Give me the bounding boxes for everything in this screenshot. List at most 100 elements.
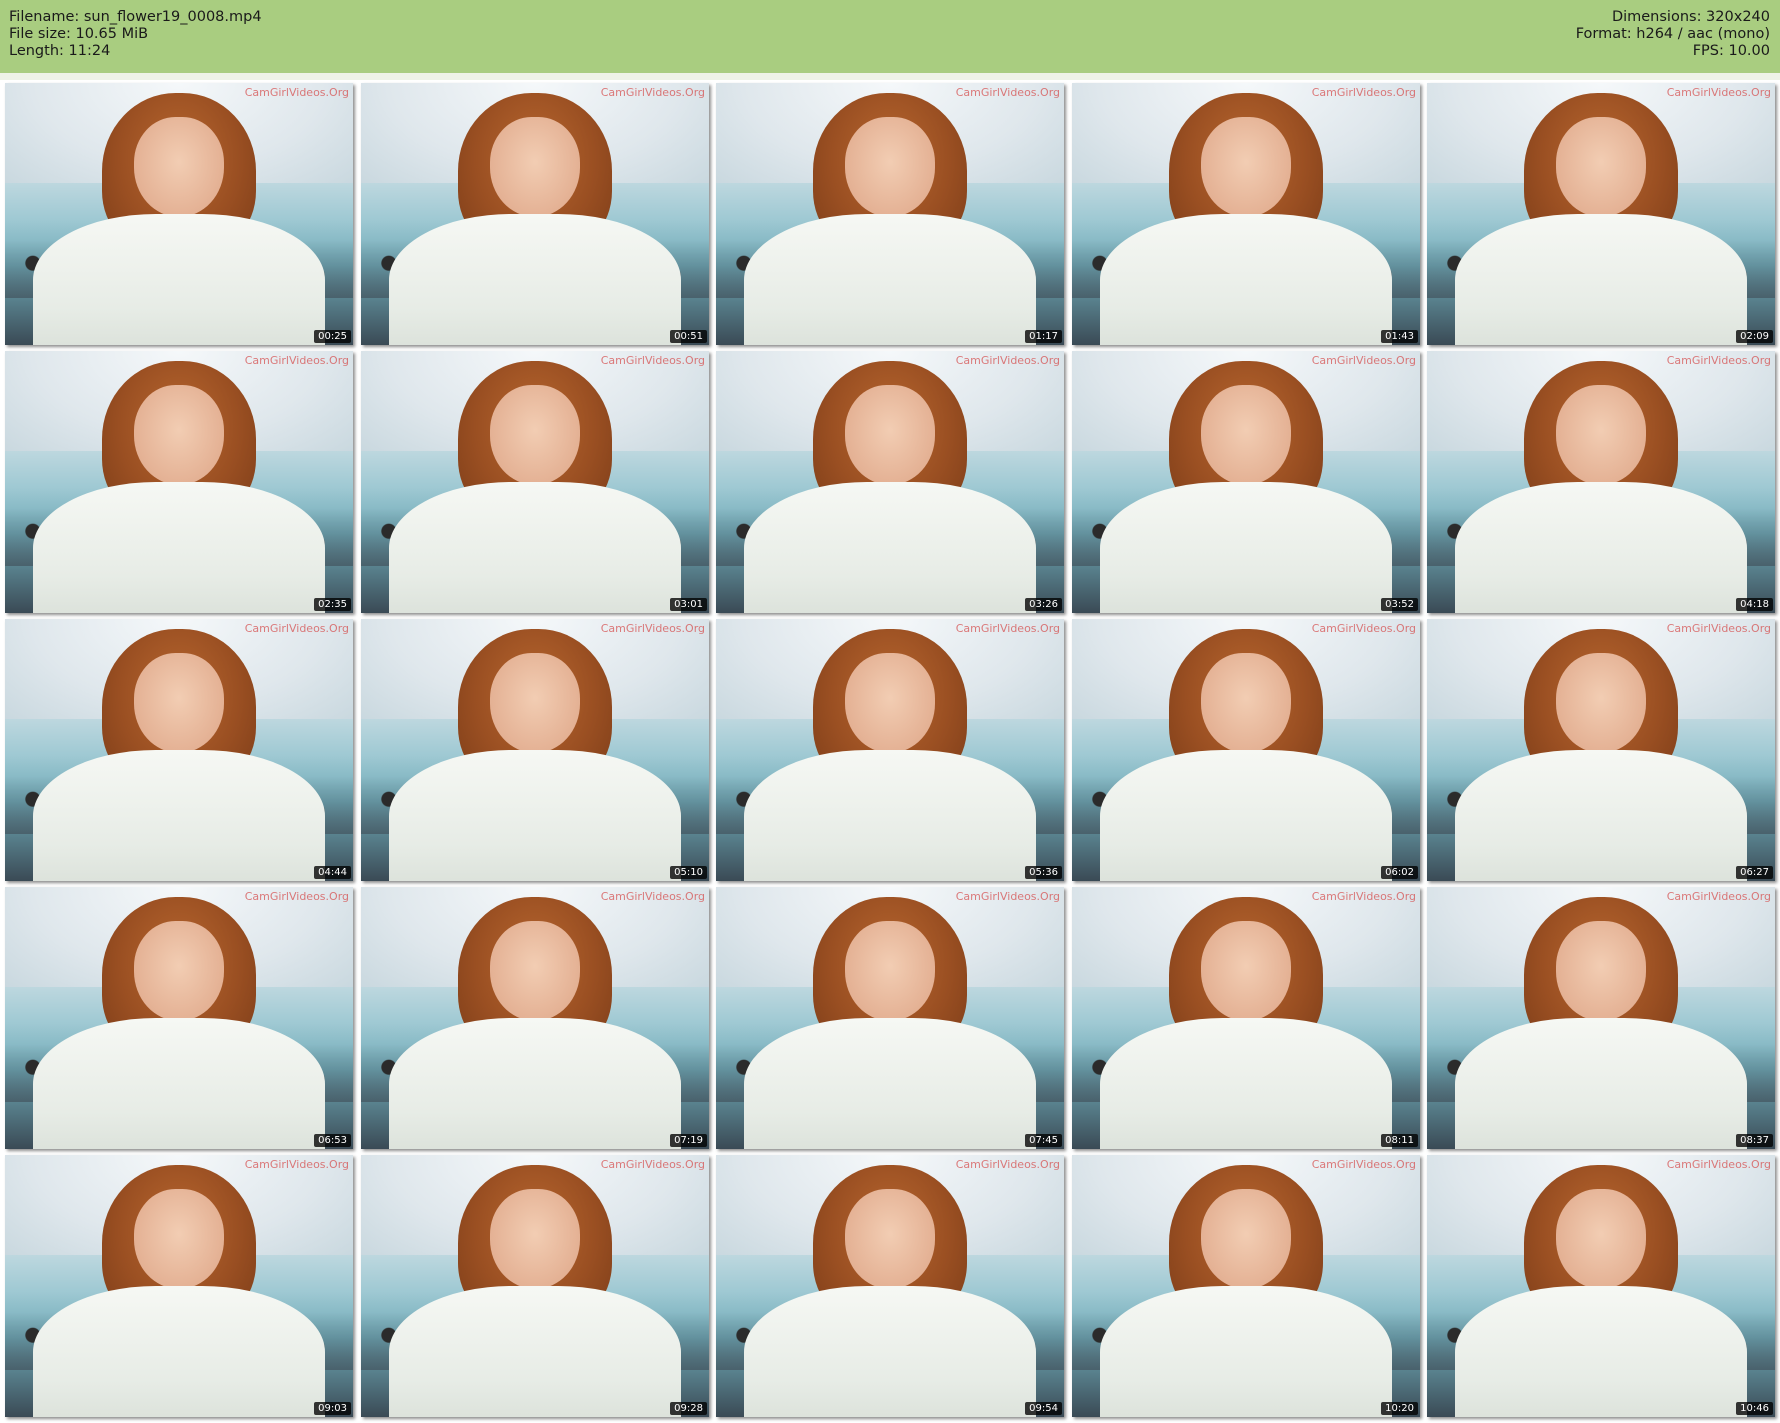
person-cardigan xyxy=(743,214,1037,345)
watermark-text: CamGirlVideos.Org xyxy=(1311,86,1416,99)
watermark-text: CamGirlVideos.Org xyxy=(1666,890,1771,903)
watermark-text: CamGirlVideos.Org xyxy=(600,890,705,903)
timestamp-label: 10:46 xyxy=(1736,1402,1773,1415)
watermark-text: CamGirlVideos.Org xyxy=(955,354,1060,367)
timestamp-label: 01:43 xyxy=(1381,330,1418,343)
video-thumbnail[interactable]: CamGirlVideos.Org 08:37 xyxy=(1427,887,1775,1149)
person-face xyxy=(1555,385,1647,485)
video-thumbnail[interactable]: CamGirlVideos.Org 09:54 xyxy=(716,1155,1064,1417)
person-cardigan xyxy=(1099,750,1393,881)
video-thumbnail[interactable]: CamGirlVideos.Org 01:17 xyxy=(716,83,1064,345)
watermark-text: CamGirlVideos.Org xyxy=(244,622,349,635)
video-thumbnail[interactable]: CamGirlVideos.Org 06:27 xyxy=(1427,619,1775,881)
person-face xyxy=(133,1189,225,1289)
person-face xyxy=(844,653,936,753)
fps-text: FPS: 10.00 xyxy=(1692,43,1770,59)
watermark-text: CamGirlVideos.Org xyxy=(600,354,705,367)
person-cardigan xyxy=(388,1286,682,1417)
watermark-text: CamGirlVideos.Org xyxy=(955,1158,1060,1171)
video-thumbnail[interactable]: CamGirlVideos.Org 10:20 xyxy=(1072,1155,1420,1417)
header-divider xyxy=(0,73,1780,80)
video-thumbnail[interactable]: CamGirlVideos.Org 02:35 xyxy=(5,351,353,613)
person-face xyxy=(489,921,581,1021)
timestamp-label: 00:51 xyxy=(670,330,707,343)
video-thumbnail[interactable]: CamGirlVideos.Org 04:44 xyxy=(5,619,353,881)
watermark-text: CamGirlVideos.Org xyxy=(955,622,1060,635)
person-cardigan xyxy=(1454,482,1748,613)
video-thumbnail[interactable]: CamGirlVideos.Org 05:10 xyxy=(361,619,709,881)
timestamp-label: 02:35 xyxy=(314,598,351,611)
timestamp-label: 01:17 xyxy=(1025,330,1062,343)
timestamp-label: 02:09 xyxy=(1736,330,1773,343)
video-thumbnail[interactable]: CamGirlVideos.Org 00:25 xyxy=(5,83,353,345)
person-cardigan xyxy=(1454,1286,1748,1417)
timestamp-label: 09:54 xyxy=(1025,1402,1062,1415)
watermark-text: CamGirlVideos.Org xyxy=(600,86,705,99)
person-face xyxy=(133,117,225,217)
file-info: Filename: sun_flower19_0008.mp4 File siz… xyxy=(9,9,262,60)
person-cardigan xyxy=(32,214,326,345)
format-text: Format: h264 / aac (mono) xyxy=(1575,26,1770,42)
watermark-text: CamGirlVideos.Org xyxy=(1666,1158,1771,1171)
person-cardigan xyxy=(1454,750,1748,881)
video-thumbnail[interactable]: CamGirlVideos.Org 03:26 xyxy=(716,351,1064,613)
person-face xyxy=(1200,385,1292,485)
video-thumbnail[interactable]: CamGirlVideos.Org 03:01 xyxy=(361,351,709,613)
dimensions-text: Dimensions: 320x240 xyxy=(1611,9,1770,25)
video-thumbnail[interactable]: CamGirlVideos.Org 07:45 xyxy=(716,887,1064,1149)
video-thumbnail[interactable]: CamGirlVideos.Org 06:02 xyxy=(1072,619,1420,881)
watermark-text: CamGirlVideos.Org xyxy=(244,1158,349,1171)
person-face xyxy=(489,385,581,485)
video-thumbnail[interactable]: CamGirlVideos.Org 04:18 xyxy=(1427,351,1775,613)
person-face xyxy=(489,653,581,753)
person-face xyxy=(1200,117,1292,217)
watermark-text: CamGirlVideos.Org xyxy=(1666,354,1771,367)
person-cardigan xyxy=(32,1286,326,1417)
video-thumbnail[interactable]: CamGirlVideos.Org 09:28 xyxy=(361,1155,709,1417)
watermark-text: CamGirlVideos.Org xyxy=(1311,354,1416,367)
video-thumbnail[interactable]: CamGirlVideos.Org 08:11 xyxy=(1072,887,1420,1149)
video-thumbnail[interactable]: CamGirlVideos.Org 06:53 xyxy=(5,887,353,1149)
video-thumbnail[interactable]: CamGirlVideos.Org 03:52 xyxy=(1072,351,1420,613)
filename-text: Filename: sun_flower19_0008.mp4 xyxy=(9,9,262,25)
watermark-text: CamGirlVideos.Org xyxy=(1666,622,1771,635)
person-face xyxy=(844,921,936,1021)
timestamp-label: 04:18 xyxy=(1736,598,1773,611)
video-thumbnail[interactable]: CamGirlVideos.Org 00:51 xyxy=(361,83,709,345)
video-thumbnail[interactable]: CamGirlVideos.Org 01:43 xyxy=(1072,83,1420,345)
watermark-text: CamGirlVideos.Org xyxy=(600,1158,705,1171)
stream-info: Dimensions: 320x240 Format: h264 / aac (… xyxy=(1576,9,1770,60)
timestamp-label: 04:44 xyxy=(314,866,351,879)
person-cardigan xyxy=(388,750,682,881)
timestamp-label: 05:36 xyxy=(1025,866,1062,879)
timestamp-label: 10:20 xyxy=(1381,1402,1418,1415)
person-face xyxy=(133,653,225,753)
watermark-text: CamGirlVideos.Org xyxy=(244,890,349,903)
timestamp-label: 09:28 xyxy=(670,1402,707,1415)
video-thumbnail[interactable]: CamGirlVideos.Org 02:09 xyxy=(1427,83,1775,345)
timestamp-label: 06:27 xyxy=(1736,866,1773,879)
info-header: Filename: sun_flower19_0008.mp4 File siz… xyxy=(0,0,1780,73)
thumbnail-grid: CamGirlVideos.Org 00:25 CamGirlVideos.Org 0… xyxy=(5,83,1775,1418)
watermark-text: CamGirlVideos.Org xyxy=(1311,622,1416,635)
person-cardigan xyxy=(743,1018,1037,1149)
timestamp-label: 03:01 xyxy=(670,598,707,611)
watermark-text: CamGirlVideos.Org xyxy=(1666,86,1771,99)
person-cardigan xyxy=(1099,1286,1393,1417)
person-cardigan xyxy=(32,1018,326,1149)
person-cardigan xyxy=(1099,214,1393,345)
watermark-text: CamGirlVideos.Org xyxy=(244,86,349,99)
person-face xyxy=(844,385,936,485)
timestamp-label: 08:37 xyxy=(1736,1134,1773,1147)
person-cardigan xyxy=(1454,1018,1748,1149)
video-thumbnail[interactable]: CamGirlVideos.Org 05:36 xyxy=(716,619,1064,881)
video-thumbnail[interactable]: CamGirlVideos.Org 07:19 xyxy=(361,887,709,1149)
person-face xyxy=(489,117,581,217)
person-face xyxy=(1200,1189,1292,1289)
person-face xyxy=(1555,1189,1647,1289)
video-thumbnail[interactable]: CamGirlVideos.Org 09:03 xyxy=(5,1155,353,1417)
timestamp-label: 07:45 xyxy=(1025,1134,1062,1147)
video-thumbnail[interactable]: CamGirlVideos.Org 10:46 xyxy=(1427,1155,1775,1417)
watermark-text: CamGirlVideos.Org xyxy=(244,354,349,367)
timestamp-label: 09:03 xyxy=(314,1402,351,1415)
